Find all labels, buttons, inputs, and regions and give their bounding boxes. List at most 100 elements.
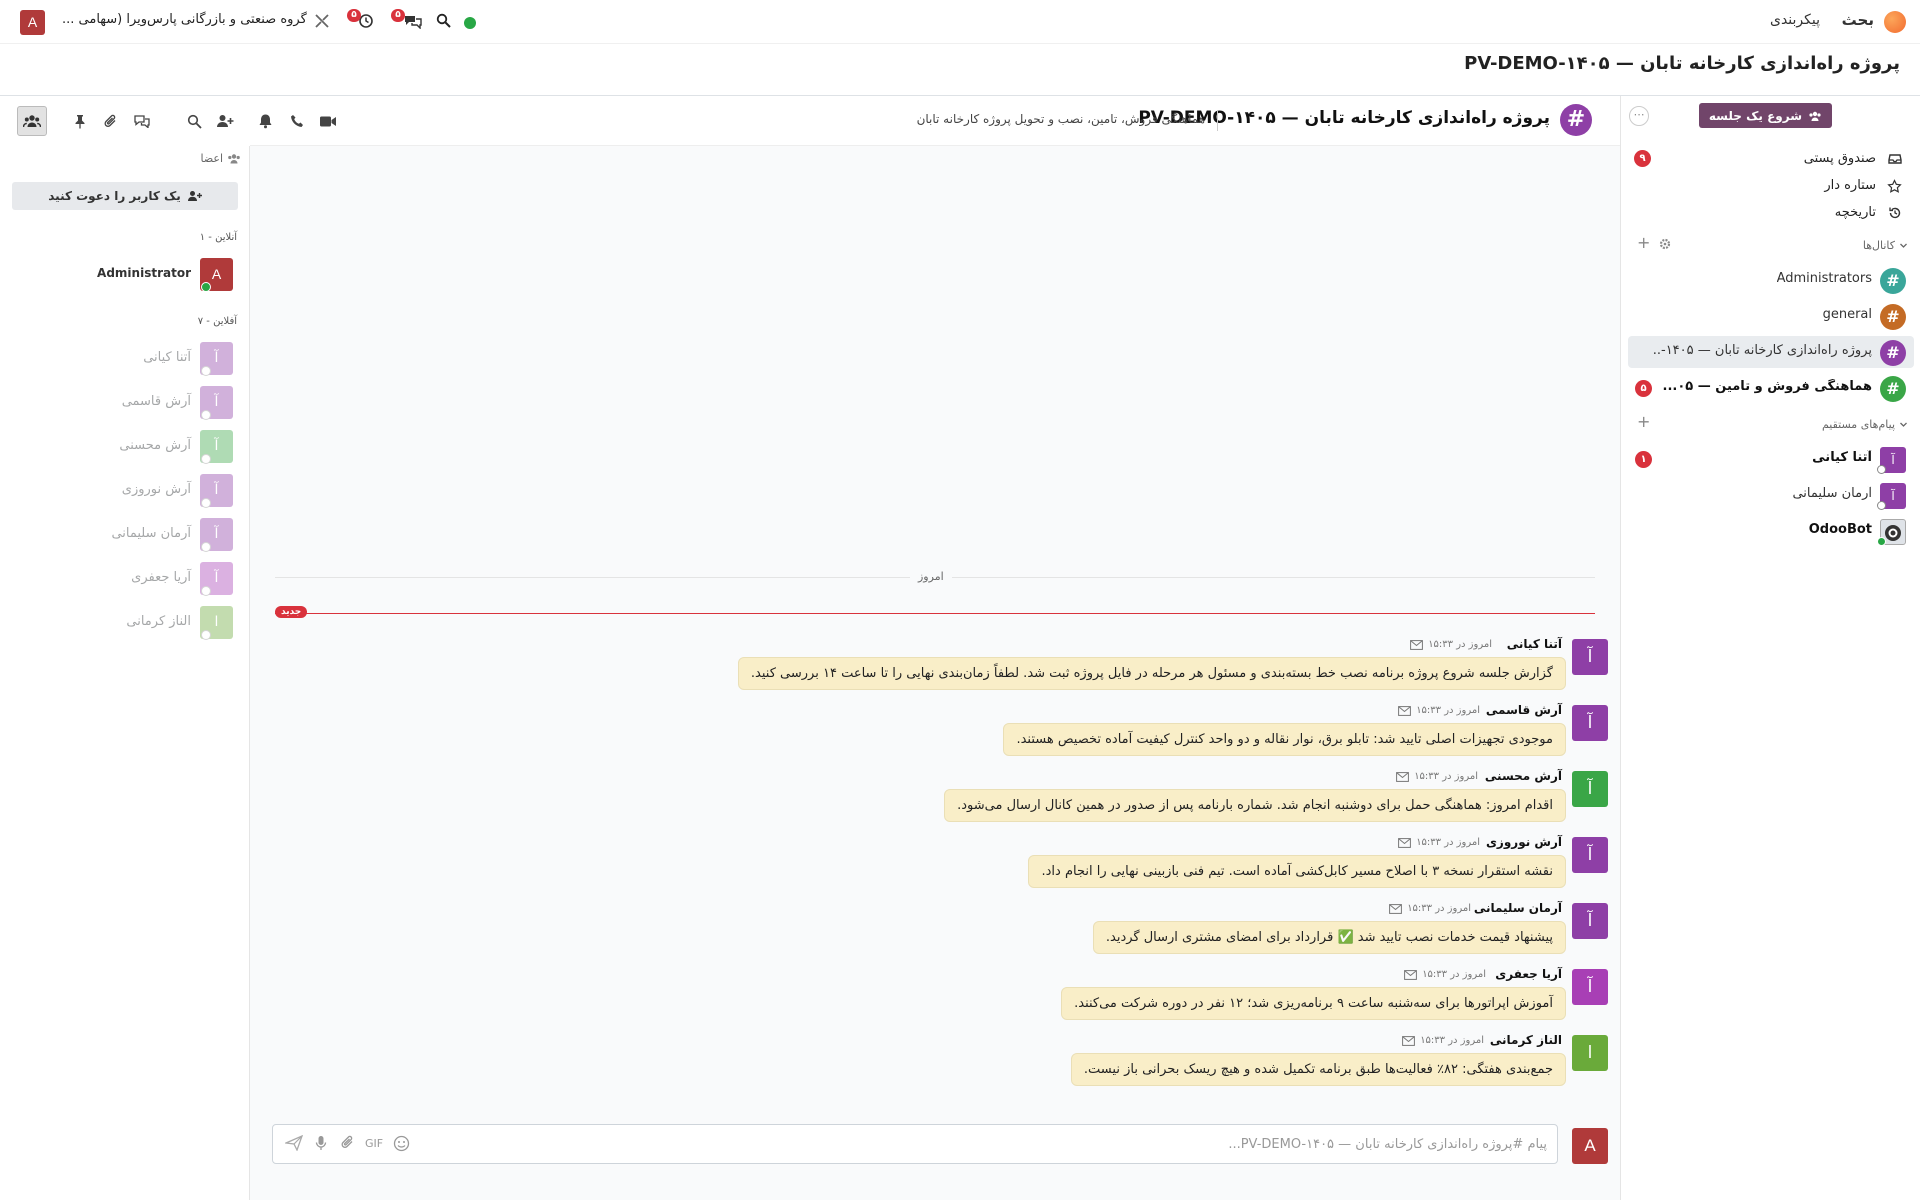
message-composer[interactable]: GIF [272,1124,1558,1164]
author-name[interactable]: آرمان سلیمانی [1474,901,1562,915]
message[interactable]: آ آرش محسنی امروز در ۱۵:۳۳ اقدام امروز: … [278,769,1608,835]
mailbox-history[interactable]: تاریخچه [1620,200,1920,226]
member-name: آرش محسنی [119,438,191,453]
gif-button[interactable]: GIF [365,1137,383,1150]
search-icon[interactable] [436,13,451,28]
envelope-icon [1410,639,1424,650]
author-name[interactable]: الناز کرمانی [1490,1033,1562,1047]
channel-sales-supply[interactable]: # هماهنگی فروش و تامین — ۰۵... [1628,372,1914,404]
message-thread[interactable]: امروز جدید آ آتنا کیانی امروز در ۱۵:۳۳ گ… [250,146,1620,1200]
author-avatar[interactable]: ا [1572,1035,1608,1071]
nav-menu-configuration[interactable]: پیکربندی [1770,12,1820,28]
send-icon[interactable] [285,1135,303,1151]
channel-hash-icon: # [1880,304,1906,330]
member-item[interactable]: A Administrator [13,258,233,292]
invite-user-button[interactable]: یک کاربر را دعوت کنید [12,182,238,210]
channel-description[interactable]: هماهنگی فروش، تامین، نصب و تحویل پروژه ک… [917,112,1205,126]
add-chat-plus-icon[interactable]: + [1637,412,1650,431]
add-channel-plus-icon[interactable]: + [1637,233,1650,252]
member-list-button[interactable] [17,106,47,136]
offline-status-icon [201,630,211,640]
dm-atena-kiani[interactable]: آ آتنا کیانی [1628,443,1914,475]
inbox-icon [1888,152,1902,166]
message-input[interactable] [447,1133,1547,1155]
member-item[interactable]: ا الناز کرمانی [13,606,233,640]
offline-status-icon [201,542,211,552]
mailbox-inbox[interactable]: صندوق پستی ۹ [1620,146,1920,172]
message[interactable]: آ آرش قاسمی امروز در ۱۵:۳۳ موجودی تجهیزا… [278,703,1608,769]
online-status-icon [1877,537,1886,546]
offline-status-icon [1877,465,1886,474]
member-item[interactable]: آ آرش محسنی [13,430,233,464]
member-item[interactable]: آ آرش قاسمی [13,386,233,420]
pinned-messages-button[interactable] [65,106,95,136]
member-item[interactable]: آ آریا جعفری [13,562,233,596]
message[interactable]: آ آرش نوروزی امروز در ۱۵:۳۳ نقشه استقرار… [278,835,1608,901]
more-options-icon[interactable]: ⋯ [1629,106,1649,126]
debug-tools-icon[interactable] [314,13,330,29]
member-item[interactable]: آ آرمان سلیمانی [13,518,233,552]
message[interactable]: آ آریا جعفری امروز در ۱۵:۳۳ آموزش اپراتو… [278,967,1608,1033]
envelope-icon [1396,771,1410,782]
message[interactable]: آ آرمان سلیمانی امروز در ۱۵:۳۳ پیشنهاد ق… [278,901,1608,967]
author-avatar[interactable]: آ [1572,771,1608,807]
message[interactable]: ا الناز کرمانی امروز در ۱۵:۳۳ جمع‌بندی ه… [278,1033,1608,1099]
new-messages-badge: جدید [275,606,308,618]
threads-button[interactable] [127,106,157,136]
author-avatar[interactable]: آ [1572,705,1608,741]
start-meeting-button[interactable]: شروع یک جلسه [1698,103,1832,128]
message-bubble: جمع‌بندی هفتگی: ۸۲٪ فعالیت‌ها طبق برنامه… [1070,1053,1566,1086]
offline-section-label: آفلاین - ۷ [197,316,237,327]
author-name[interactable]: آرش نوروزی [1486,835,1562,849]
members-header-label: اعضا [200,152,223,165]
dm-category-toggle[interactable]: پیام‌های مستقیم [1822,418,1908,431]
message-meta: امروز در ۱۵:۳۳ [1398,705,1480,716]
author-avatar[interactable]: آ [1572,969,1608,1005]
envelope-icon [1398,837,1412,848]
dm-odoobot[interactable]: OdooBot [1628,515,1914,547]
author-name[interactable]: آرش قاسمی [1486,703,1562,717]
members-header: اعضا [200,152,241,165]
app-logo[interactable] [1884,11,1906,33]
channel-settings-gear-icon[interactable] [1659,238,1671,250]
voice-call-button[interactable] [282,106,312,136]
user-avatar[interactable]: A [20,10,45,35]
add-users-button[interactable] [210,106,240,136]
channel-taban-project[interactable]: # پروژه راه‌اندازی کارخانه تابان — ۱۴۰۵-… [1628,336,1914,368]
notification-settings-button[interactable] [250,106,280,136]
member-item[interactable]: آ آتنا کیانی [13,342,233,376]
paperclip-icon[interactable] [341,1135,355,1150]
video-call-button[interactable] [313,106,343,136]
microphone-icon[interactable] [315,1135,327,1151]
paperclip-icon [104,114,118,129]
thread-header: # پروژه راه‌اندازی کارخانه تابان — PV-DE… [17,96,1620,146]
channel-general[interactable]: # general [1628,300,1914,332]
author-avatar[interactable]: آ [1572,639,1608,675]
messages-icon[interactable] [403,13,423,29]
member-name: آریا جعفری [131,570,191,585]
search-messages-button[interactable] [179,106,209,136]
start-meeting-label: شروع یک جلسه [1708,108,1802,123]
message-bubble: موجودی تجهیزات اصلی تایید شد: تابلو برق،… [1003,723,1566,756]
author-avatar[interactable]: آ [1572,903,1608,939]
author-name[interactable]: آرش محسنی [1485,769,1562,783]
company-switcher[interactable]: گروه صنعتی و بازرگانی پارس‌ویرا (سهامی .… [62,12,307,27]
discuss-sidebar: شروع یک جلسه ⋯ صندوق پستی ۹ ستاره دار تا… [1620,96,1920,1200]
header-divider [1217,111,1218,131]
channels-category-toggle[interactable]: کانال‌ها [1863,239,1908,252]
member-name: آتنا کیانی [143,350,191,365]
author-avatar[interactable]: آ [1572,837,1608,873]
message[interactable]: آ آتنا کیانی امروز در ۱۵:۳۳ گزارش جلسه ش… [278,637,1608,703]
attachments-button[interactable] [96,106,126,136]
member-item[interactable]: آ آرش نوروزی [13,474,233,508]
dm-arman-soleimani[interactable]: آ آرمان سلیمانی [1628,479,1914,511]
channel-administrators[interactable]: # Administrators [1628,264,1914,296]
author-name[interactable]: آریا جعفری [1495,967,1562,981]
presence-status-dot [464,17,476,29]
author-name[interactable]: آتنا کیانی [1507,637,1562,651]
message-bubble: پیشنهاد قیمت خدمات نصب تایید شد ✅ قراردا… [1092,921,1566,954]
nav-app-name[interactable]: بحث [1842,11,1874,29]
emoji-icon[interactable] [393,1135,410,1152]
channel-hash-icon: # [1880,340,1906,366]
mailbox-starred[interactable]: ستاره دار [1620,173,1920,199]
